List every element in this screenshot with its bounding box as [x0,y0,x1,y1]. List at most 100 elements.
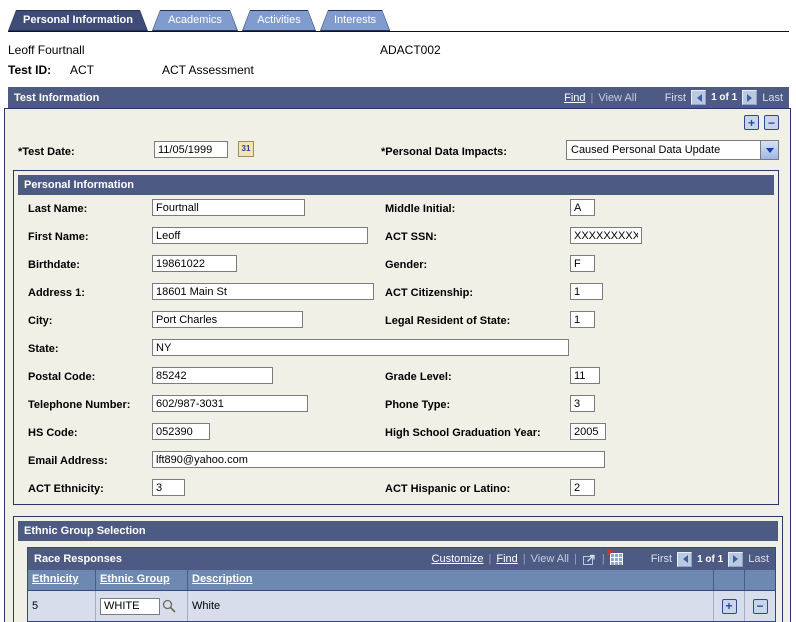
find-link[interactable]: Find [564,92,585,104]
personal-data-impacts-select[interactable]: Caused Personal Data Update [566,140,779,160]
test-information-area: + − *Test Date: 31 *Personal Data Impact… [4,108,791,622]
table-row: 5 White + [28,591,775,621]
delete-cell: − [744,591,775,621]
customize-link[interactable]: Customize [432,553,484,565]
address-1-input[interactable] [152,283,374,300]
tab-label: Activities [257,14,301,26]
column-header-delete [744,570,775,590]
grid-navbar: Race Responses Customize | Find | View A… [28,548,775,570]
last-label: Last [762,91,783,104]
first-name-input[interactable] [152,227,368,244]
email-address-input[interactable] [152,451,605,468]
chevron-down-icon [765,147,774,157]
view-all-link[interactable]: View All [531,553,569,565]
previous-row-button[interactable] [677,551,693,567]
separator: | [522,553,526,565]
telephone-number-label: Telephone Number: [28,399,131,411]
arrow-left-icon [679,555,688,563]
act-hispanic-or-latino-input[interactable] [570,479,595,496]
arrow-right-icon [746,93,756,102]
download-to-excel-icon[interactable] [606,550,623,565]
lookup-magnifier-icon[interactable] [162,599,177,613]
hs-graduation-year-input[interactable] [570,423,606,440]
ethnicity-cell: 5 [32,600,39,612]
ethnic-group-selection-groupbox: Ethnic Group Selection Race Responses Cu… [13,516,783,622]
zoom-grid-icon[interactable] [582,553,597,566]
column-header-add [713,570,744,590]
birthdate-input[interactable] [152,255,237,272]
hs-code-input[interactable] [152,423,210,440]
state-input[interactable] [152,339,569,356]
field-row: Birthdate: Gender: [14,252,778,280]
personal-information-groupbox: Personal Information Last Name: Middle I… [13,170,779,505]
tab-personal-information[interactable]: Personal Information [8,10,148,31]
act-ethnicity-input[interactable] [152,479,185,496]
last-label: Last [748,553,769,565]
column-header-ethnic-group[interactable]: Ethnic Group [95,570,187,590]
act-ssn-input[interactable] [570,227,642,244]
add-row-button[interactable]: + [721,598,737,614]
act-ethnicity-label: ACT Ethnicity: [28,483,104,495]
city-input[interactable] [152,311,303,328]
grade-level-input[interactable] [570,367,600,384]
ethnic-group-input[interactable] [100,597,160,615]
test-date-input[interactable] [154,141,228,158]
field-row: State: [14,336,778,364]
gender-input[interactable] [570,255,595,272]
delete-row-button[interactable]: − [752,598,768,614]
separator: | [601,553,605,565]
tab-label: Personal Information [22,14,134,26]
test-date-label: *Test Date: [18,146,75,158]
field-row: ACT Ethnicity: ACT Hispanic or Latino: [14,476,778,504]
legal-resident-of-state-label: Legal Resident of State: [385,315,511,327]
description-cell: White [187,591,713,621]
calendar-icon[interactable]: 31 [238,141,254,157]
last-name-input[interactable] [152,199,305,216]
act-citizenship-label: ACT Citizenship: [385,287,473,299]
tab-interests[interactable]: Interests [320,10,390,31]
act-ssn-label: ACT SSN: [385,231,437,243]
email-address-label: Email Address: [28,455,108,467]
tab-academics[interactable]: Academics [152,10,238,31]
column-header-description[interactable]: Description [187,570,713,590]
next-row-button[interactable] [742,90,758,105]
field-row: Telephone Number: Phone Type: [14,392,778,420]
section-title: Test Information [14,91,100,104]
tab-activities[interactable]: Activities [242,10,316,31]
act-hispanic-or-latino-label: ACT Hispanic or Latino: [385,483,511,495]
find-link[interactable]: Find [496,553,517,565]
field-rows: Last Name: Middle Initial: First Name: A… [14,196,778,504]
row-action-buttons: + − [744,115,779,130]
ethnic-group-cell [95,591,187,621]
column-header-ethnicity[interactable]: Ethnicity [28,570,95,590]
first-name-label: First Name: [28,231,89,243]
view-all-link[interactable]: View All [598,92,636,104]
telephone-number-input[interactable] [152,395,308,412]
selected-option: Caused Personal Data Update [571,144,721,156]
phone-type-input[interactable] [570,395,595,412]
delete-row-button[interactable]: − [764,115,779,130]
section-title: Personal Information [24,179,135,191]
separator: | [488,553,492,565]
gender-label: Gender: [385,259,428,271]
middle-initial-input[interactable] [570,199,595,216]
grid-title: Race Responses [34,553,123,565]
field-row: HS Code: High School Graduation Year: [14,420,778,448]
test-id-label: Test ID: [8,63,52,77]
postal-code-label: Postal Code: [28,371,96,383]
test-id-value: ACT [70,63,94,77]
field-row: City: Legal Resident of State: [14,308,778,336]
legal-resident-of-state-input[interactable] [570,311,595,328]
test-information-header-bar: Test Information Find | View All First 1… [8,87,789,108]
hs-graduation-year-label: High School Graduation Year: [385,427,541,439]
test-description: ACT Assessment [162,63,254,77]
act-citizenship-input[interactable] [570,283,603,300]
middle-initial-label: Middle Initial: [385,203,456,215]
next-row-button[interactable] [728,551,744,567]
previous-row-button[interactable] [691,90,707,105]
first-label: First [664,91,687,104]
dropdown-button[interactable] [760,141,778,159]
postal-code-input[interactable] [152,367,273,384]
add-row-button[interactable]: + [744,115,759,130]
field-row: Email Address: [14,448,778,476]
